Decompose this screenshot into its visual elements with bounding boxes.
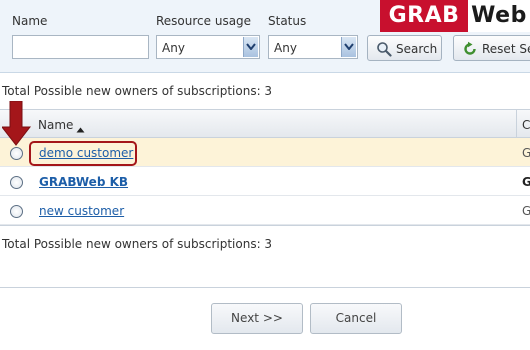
owners-table: Name C demo customer G GRABWeb KB G new … (0, 109, 530, 226)
total-owners-summary-top: Total Possible new owners of subscriptio… (2, 84, 273, 98)
selection-highlight-box (29, 141, 137, 166)
status-select[interactable]: Any (268, 35, 358, 59)
row-radio[interactable] (10, 147, 23, 160)
next-button[interactable]: Next >> (211, 303, 303, 334)
table-row[interactable]: GRABWeb KB G (0, 167, 530, 196)
reset-search-button-label: Reset Se (482, 42, 530, 56)
table-header: Name C (0, 109, 530, 138)
column-header-name[interactable]: Name (38, 118, 73, 132)
search-button[interactable]: Search (367, 35, 442, 61)
search-icon (376, 41, 392, 57)
customer-link[interactable]: GRABWeb KB (39, 175, 128, 189)
logo-text-web: Web (471, 3, 527, 28)
resource-usage-label: Resource usage (156, 14, 252, 28)
total-owners-summary-bottom: Total Possible new owners of subscriptio… (2, 237, 273, 251)
resource-usage-value: Any (162, 41, 185, 55)
name-filter-label: Name (12, 14, 48, 28)
reset-icon (462, 41, 478, 57)
row-next-cell: G (522, 175, 530, 189)
grabweb-logo: GRAB Web (380, 0, 530, 32)
row-next-cell: G (522, 146, 530, 160)
chevron-down-icon[interactable] (243, 37, 258, 57)
name-filter-input[interactable] (12, 35, 149, 59)
customer-link[interactable]: new customer (39, 204, 124, 218)
down-arrow-icon (2, 101, 32, 146)
row-radio[interactable] (10, 205, 23, 218)
status-label: Status (268, 14, 307, 28)
row-next-cell: G (522, 204, 530, 218)
row-radio[interactable] (10, 176, 23, 189)
table-row[interactable]: new customer G (0, 196, 530, 225)
resource-usage-select[interactable]: Any (156, 35, 260, 59)
sort-ascending-icon[interactable] (76, 122, 85, 136)
reset-search-button[interactable]: Reset Se (453, 35, 530, 61)
column-header-next[interactable]: C (522, 118, 530, 132)
cancel-button[interactable]: Cancel (310, 303, 402, 334)
search-button-label: Search (396, 42, 438, 56)
chevron-down-icon[interactable] (341, 37, 356, 57)
divider (0, 287, 530, 288)
logo-text-grab: GRAB (380, 0, 468, 32)
status-value: Any (274, 41, 297, 55)
column-divider (516, 110, 517, 138)
